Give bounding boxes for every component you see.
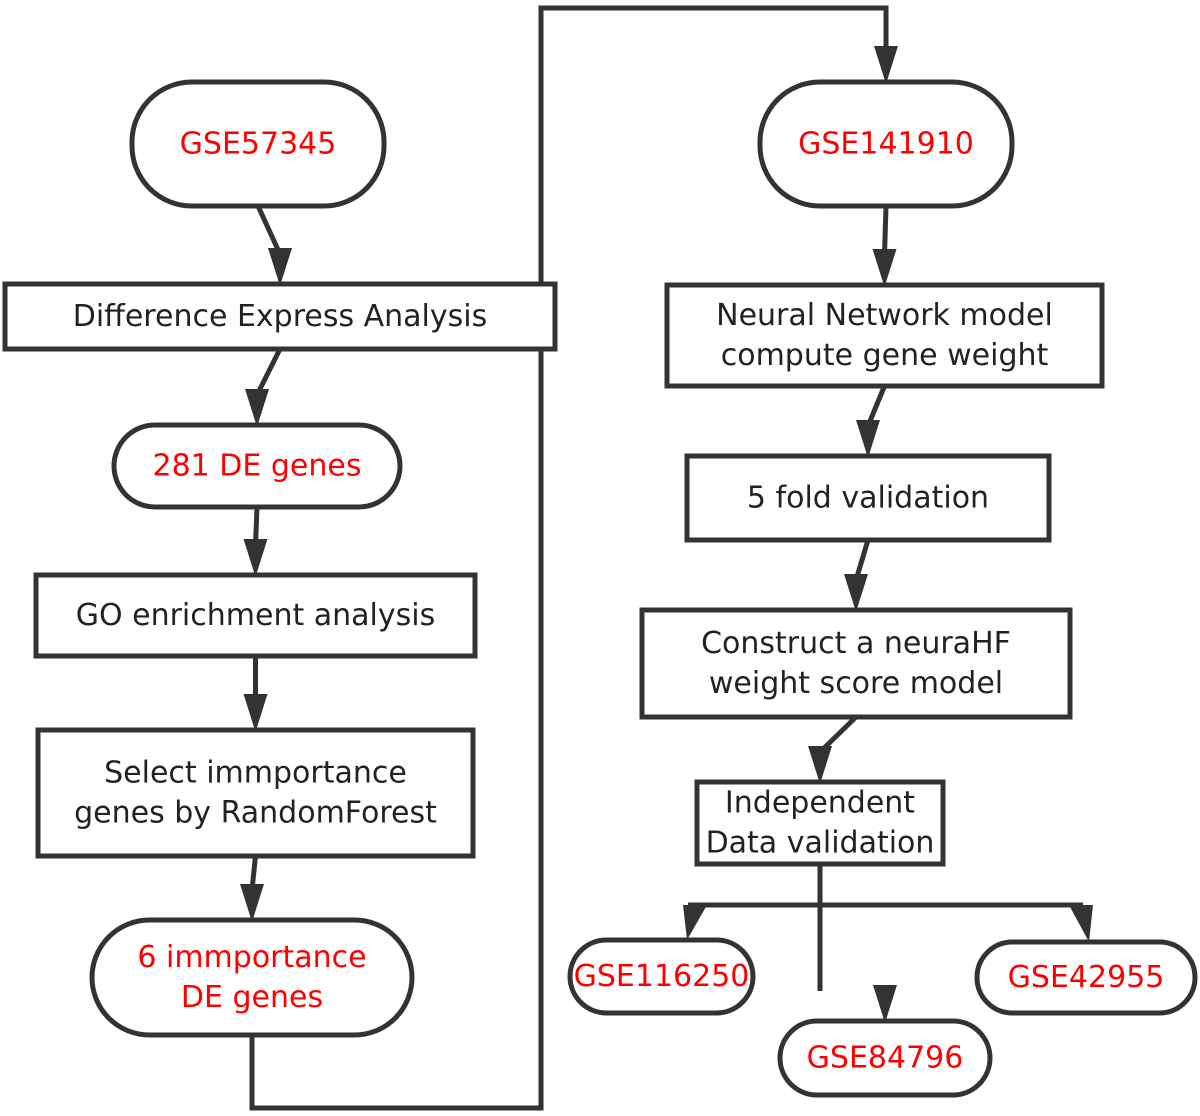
flowchart: GSE57345 Difference Express Analysis 281 D… (2, 5, 1198, 1111)
edge-construct-model-to-independent-validation (808, 715, 858, 784)
node-five-fold: 5 fold validation (684, 453, 1052, 543)
process-shape (35, 727, 476, 859)
edge-gse141910-to-neural-network (872, 205, 897, 287)
node-label: Select immportance (104, 756, 407, 791)
arrowhead (1069, 905, 1093, 942)
arrowhead (240, 884, 264, 922)
node-label: GSE42955 (1008, 960, 1165, 995)
node-label: Construct a neuraHF (701, 626, 1011, 661)
node-gse116250: GSE116250 (567, 937, 756, 1016)
edge-independent-validation-to-gse84796 (817, 864, 897, 1023)
node-neural-network: Neural Network model compute gene weight (664, 282, 1105, 389)
edge-independent-validation-to-gse42955 (820, 902, 1093, 942)
node-label: GSE84796 (807, 1041, 964, 1076)
arrowhead (243, 539, 268, 577)
edge-gse57345-to-diff-express (255, 204, 292, 286)
node-label: 5 fold validation (747, 481, 989, 516)
arrowhead (243, 694, 268, 732)
edge-de-genes-281-to-go-enrichment (243, 506, 268, 577)
node-label: GSE141910 (798, 127, 974, 162)
arrowhead (683, 905, 707, 940)
arrowhead (872, 249, 897, 287)
connector-line (882, 205, 889, 256)
arrowhead (874, 46, 898, 84)
node-gse84796: GSE84796 (777, 1018, 993, 1098)
node-label: compute gene weight (721, 338, 1049, 373)
node-label: DE genes (181, 980, 323, 1015)
edge-diff-express-to-de-genes-281 (245, 347, 283, 427)
node-gse57345: GSE57345 (129, 79, 387, 209)
node-independent-validation: Independent Data validation (694, 779, 946, 867)
node-label: Difference Express Analysis (73, 299, 487, 334)
node-diff-express: Difference Express Analysis (2, 281, 558, 352)
node-gse141910: GSE141910 (757, 79, 1015, 209)
node-label: Neural Network model (716, 298, 1053, 333)
node-go-enrichment: GO enrichment analysis (33, 572, 478, 659)
node-label: 6 immportance (137, 940, 366, 975)
connector-line (255, 204, 283, 256)
connector-line (254, 347, 283, 397)
node-label: weight score model (709, 666, 1003, 701)
node-label: genes by RandomForest (74, 796, 437, 831)
nodes-layer: GSE57345 Difference Express Analysis 281 D… (2, 79, 1198, 1098)
node-label: GSE57345 (180, 127, 337, 162)
edge-go-enrichment-to-select-random-forest (243, 656, 268, 732)
node-label: Data validation (706, 826, 935, 861)
node-select-random-forest: Select immportance genes by RandomForest (35, 727, 476, 859)
node-gse42955: GSE42955 (974, 939, 1198, 1016)
edge-neural-network-to-five-fold (856, 385, 887, 458)
node-label: GSE116250 (574, 959, 750, 994)
node-label: GO enrichment analysis (76, 598, 436, 633)
arrowhead (245, 389, 269, 427)
arrowhead (856, 420, 880, 458)
node-construct-model: Construct a neuraHF weight score model (639, 607, 1073, 720)
edge-independent-validation-to-gse116250 (683, 864, 823, 940)
arrowhead (808, 746, 832, 784)
arrowhead (268, 248, 292, 286)
edge-select-random-forest-to-importance-genes-6 (240, 855, 264, 922)
node-importance-genes-6: 6 immportance DE genes (89, 917, 415, 1038)
node-label: Independent (725, 786, 915, 821)
node-label: 281 DE genes (153, 449, 362, 484)
node-de-genes-281: 281 DE genes (111, 422, 403, 510)
arrowhead (873, 985, 897, 1023)
arrowhead (844, 574, 868, 612)
edge-five-fold-to-construct-model (844, 539, 871, 612)
terminal-shape (89, 917, 415, 1038)
